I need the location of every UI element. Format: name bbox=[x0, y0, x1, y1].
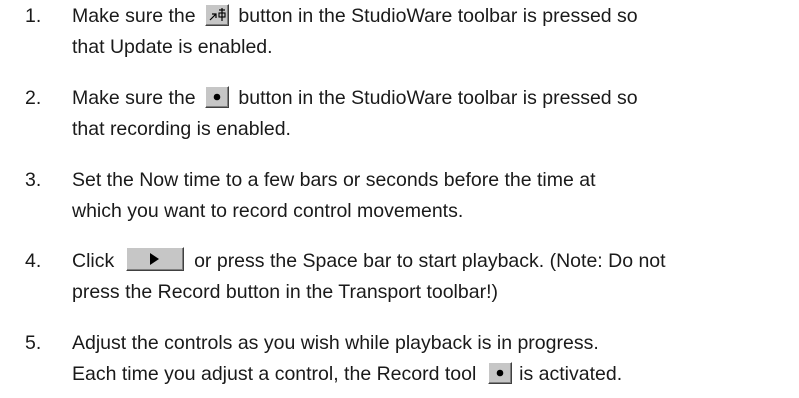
step-text-segment: Make sure the bbox=[72, 87, 201, 109]
step-text-segment: Each time you adjust a control, the Reco… bbox=[72, 363, 482, 385]
step-text-line: that Update is enabled. bbox=[72, 36, 273, 58]
step-number: 3. bbox=[25, 169, 42, 191]
step-text-segment: Make sure the bbox=[72, 5, 201, 27]
step-text-line: Adjust the controls as you wish while pl… bbox=[72, 332, 599, 354]
step-number: 1. bbox=[25, 5, 42, 27]
step-text: Click or press the Space bar to start pl… bbox=[72, 246, 794, 308]
step-text-segment: or press the Space bar to start playback… bbox=[188, 250, 666, 272]
update-icon bbox=[204, 4, 229, 26]
step-text-segment: button in the StudioWare toolbar is pres… bbox=[232, 5, 638, 27]
step-text: Make sure the button in the StudioWare t… bbox=[72, 83, 794, 145]
step-number: 4. bbox=[25, 250, 42, 272]
step-text-segment: is activated. bbox=[513, 363, 623, 385]
step-text-line: Set the Now time to a few bars or second… bbox=[72, 169, 596, 191]
step-text-segment: Click bbox=[72, 250, 120, 272]
step-text: Make sure the button in the StudioWare t… bbox=[72, 1, 794, 63]
step-text-line: which you want to record control movemen… bbox=[72, 200, 464, 222]
step-text-line: press the Record button in the Transport… bbox=[72, 281, 498, 303]
step-text-line: that recording is enabled. bbox=[72, 118, 291, 140]
record-icon bbox=[204, 86, 229, 108]
step-number: 5. bbox=[25, 332, 42, 354]
record-icon bbox=[487, 362, 512, 384]
step-text: Adjust the controls as you wish while pl… bbox=[72, 328, 794, 390]
play-icon bbox=[125, 247, 184, 271]
step-number: 2. bbox=[25, 87, 42, 109]
step-text-segment: button in the StudioWare toolbar is pres… bbox=[232, 87, 638, 109]
step-text: Set the Now time to a few bars or second… bbox=[72, 165, 794, 227]
